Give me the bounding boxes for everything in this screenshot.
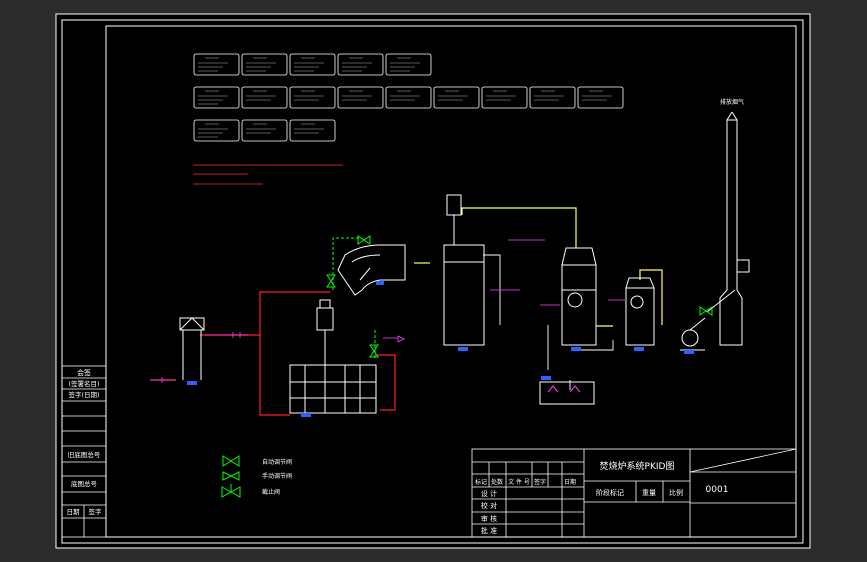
strip-label-date: 日期 bbox=[67, 508, 81, 516]
sheet-background bbox=[55, 13, 811, 549]
header-count: 处数 bbox=[491, 478, 503, 486]
drawing-number: 0001 bbox=[706, 485, 729, 495]
chimney-label: 排放烟气 bbox=[720, 98, 744, 106]
scale-label: 比例 bbox=[669, 488, 683, 497]
header-mark: 标记 bbox=[475, 478, 487, 486]
strip-label-signature: 签字 bbox=[89, 507, 103, 516]
drawing-title: 焚烧炉系统PKID图 bbox=[600, 460, 675, 472]
strip-label-sign-items: (签署名目) bbox=[68, 379, 99, 388]
strip-label-base-no: 底图总号 bbox=[71, 479, 98, 488]
row-approve: 批 准 bbox=[481, 526, 497, 535]
strip-label-countersign: 会签 bbox=[77, 368, 91, 377]
header-date: 日期 bbox=[564, 478, 576, 486]
row-design: 设 计 bbox=[481, 489, 497, 498]
strip-label-sign-date: 签字(日期) bbox=[68, 390, 99, 399]
header-sign: 签字 bbox=[534, 478, 546, 486]
header-doc-no: 文 件 号 bbox=[508, 478, 530, 486]
row-check: 校 对 bbox=[481, 501, 497, 510]
row-review: 审 核 bbox=[481, 514, 497, 523]
weight-label: 重量 bbox=[642, 489, 656, 497]
legend-auto-valve: 自动调节阀 bbox=[262, 458, 292, 466]
legend-globe-valve: 截止阀 bbox=[262, 488, 280, 496]
strip-label-old-base-no: 旧底图总号 bbox=[68, 450, 101, 459]
legend-manual-valve: 手动调节阀 bbox=[262, 472, 292, 480]
stage-label: 阶段标记 bbox=[596, 488, 624, 497]
pid-drawing-canvas: 会签 (签署名目) 签字(日期) 旧底图总号 底图总号 日期 签字 焚烧炉系统P… bbox=[55, 13, 811, 549]
